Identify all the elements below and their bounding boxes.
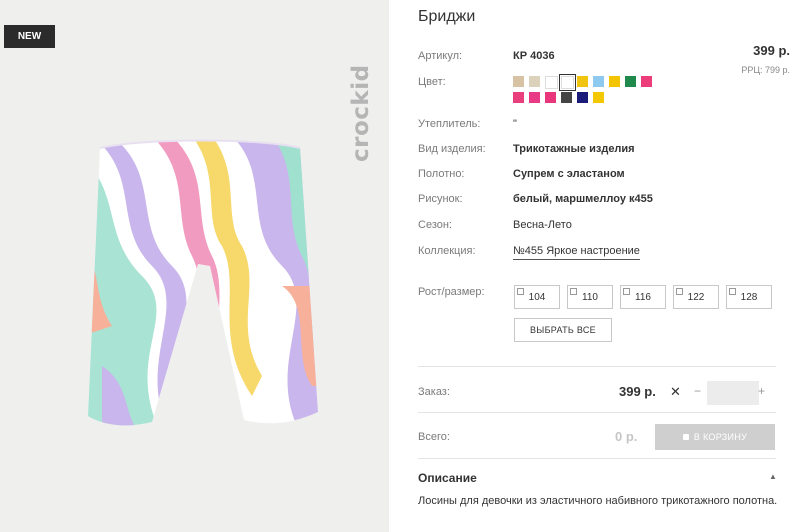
brand-logo: crockid [348, 64, 374, 162]
spec-label: Рисунок: [418, 193, 463, 205]
spec-value: Трикотажные изделия [513, 143, 635, 155]
product-image [88, 139, 318, 426]
spec-value: Весна-Лето [513, 219, 572, 231]
spec-label: Полотно: [418, 168, 465, 180]
color-swatch[interactable] [561, 92, 572, 103]
description-title[interactable]: Описание [418, 471, 477, 485]
color-swatch[interactable] [641, 76, 652, 87]
order-label: Заказ: [418, 386, 450, 398]
color-swatch[interactable] [513, 76, 524, 87]
description-text: Лосины для девочки из эластичного набивн… [418, 495, 778, 507]
divider [418, 458, 776, 459]
checkbox-icon[interactable] [676, 288, 683, 295]
size-option[interactable]: 116 [620, 285, 666, 309]
color-swatch[interactable] [577, 92, 588, 103]
color-swatch[interactable] [545, 76, 558, 89]
qty-plus-button[interactable]: + [758, 384, 765, 398]
spec-label: Сезон: [418, 219, 452, 231]
price: 399 р. [753, 43, 790, 58]
rrp-price: РРЦ: 799 р. [741, 65, 790, 75]
size-label: 116 [635, 291, 651, 303]
cart-icon [682, 434, 689, 440]
article-value: КР 4036 [513, 50, 555, 62]
collapse-arrow-icon[interactable]: ▲ [769, 472, 777, 481]
size-label: 122 [687, 291, 705, 303]
qty-minus-button[interactable]: − [694, 384, 701, 398]
select-all-button[interactable]: ВЫБРАТЬ ВСЕ [514, 318, 612, 342]
color-swatch[interactable] [593, 76, 604, 87]
remove-icon[interactable]: ✕ [670, 384, 681, 400]
spec-label: Коллекция: [418, 245, 476, 257]
color-swatch[interactable] [609, 76, 620, 87]
checkbox-icon[interactable] [623, 288, 630, 295]
total-value: 0 р. [615, 429, 638, 444]
color-swatch[interactable] [529, 76, 540, 87]
color-swatch[interactable] [593, 92, 604, 103]
checkbox-icon[interactable] [517, 288, 524, 295]
size-option[interactable]: 122 [673, 285, 719, 309]
color-swatch[interactable] [513, 92, 524, 103]
add-to-cart-label: В КОРЗИНУ [693, 432, 748, 442]
add-to-cart-button[interactable]: В КОРЗИНУ [655, 424, 775, 450]
product-title: Бриджи [418, 8, 476, 25]
size-option[interactable]: 104 [514, 285, 560, 309]
new-badge: NEW [4, 25, 55, 48]
divider [418, 366, 776, 367]
size-label: Рост/размер: [418, 286, 485, 298]
spec-value: " [513, 118, 517, 130]
total-label: Всего: [418, 431, 450, 443]
size-option[interactable]: 128 [726, 285, 772, 309]
divider [418, 412, 776, 413]
collection-link[interactable]: №455 Яркое настроение [513, 245, 640, 260]
spec-value: белый, маршмеллоу к455 [513, 193, 653, 205]
checkbox-icon[interactable] [570, 288, 577, 295]
spec-label: Утеплитель: [418, 118, 481, 130]
color-swatch[interactable] [625, 76, 636, 87]
size-option[interactable]: 110 [567, 285, 613, 309]
size-label: 104 [528, 291, 546, 303]
checkbox-icon[interactable] [729, 288, 736, 295]
color-swatch[interactable] [529, 92, 540, 103]
color-swatch[interactable] [559, 74, 576, 91]
spec-value: Супрем с эластаном [513, 168, 625, 180]
color-label: Цвет: [418, 76, 446, 88]
product-photo: NEW crockid [0, 0, 389, 532]
size-label: 128 [740, 291, 758, 303]
size-label: 110 [582, 291, 598, 303]
order-price: 399 р. [619, 384, 656, 399]
color-swatch[interactable] [577, 76, 588, 87]
spec-label: Вид изделия: [418, 143, 486, 155]
article-label: Артикул: [418, 50, 463, 62]
color-swatch[interactable] [545, 92, 556, 103]
quantity-input[interactable] [707, 381, 759, 405]
